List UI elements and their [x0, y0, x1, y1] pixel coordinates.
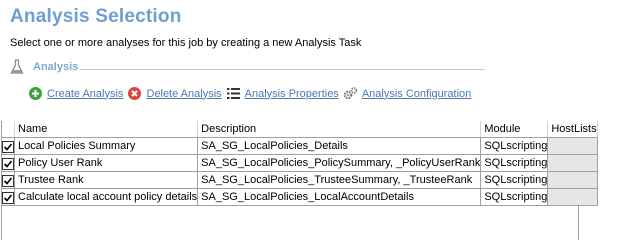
row-name: Trustee Rank: [14, 171, 199, 189]
row-checkbox[interactable]: [2, 191, 14, 204]
table-row[interactable]: Local Policies Summary SA_SG_LocalPolici…: [2, 137, 598, 155]
flask-icon: [10, 59, 24, 74]
row-checkbox[interactable]: [2, 157, 14, 170]
analysis-configuration-button[interactable]: Analysis Configuration: [343, 86, 471, 101]
column-header-select[interactable]: [2, 121, 15, 138]
row-module: SQLscripting: [480, 188, 549, 206]
row-hostlists: [547, 154, 598, 172]
row-checkbox-cell[interactable]: [2, 171, 15, 189]
row-description: SA_SG_LocalPolicies_LocalAccountDetails: [197, 188, 482, 206]
analysis-section-header: Analysis: [10, 59, 78, 75]
create-analysis-button[interactable]: Create Analysis: [28, 86, 123, 101]
delete-circle-icon: [128, 87, 142, 100]
row-description: SA_SG_LocalPolicies_PolicySummary, _Poli…: [197, 154, 482, 172]
column-header-name[interactable]: Name: [14, 121, 199, 138]
list-icon: [226, 88, 240, 99]
checkmark-icon: [3, 159, 13, 168]
add-circle-icon: [29, 87, 42, 100]
table-row[interactable]: Policy User Rank SA_SG_LocalPolicies_Pol…: [2, 154, 598, 172]
table-header-row: Name Description Module HostLists: [2, 121, 598, 138]
row-module: SQLscripting: [480, 171, 549, 189]
row-name: Local Policies Summary: [14, 137, 199, 155]
delete-analysis-label: Delete Analysis: [146, 87, 222, 100]
row-checkbox-cell[interactable]: [2, 188, 15, 206]
row-hostlists: [547, 188, 598, 206]
analysis-grid: Name Description Module HostLists Local …: [1, 121, 598, 240]
row-checkbox-cell[interactable]: [2, 154, 15, 172]
row-hostlists: [547, 171, 598, 189]
checkmark-icon: [3, 142, 13, 151]
row-name: Policy User Rank: [14, 154, 199, 172]
row-checkbox[interactable]: [2, 174, 14, 187]
row-module: SQLscripting: [480, 154, 549, 172]
analysis-table: Name Description Module HostLists Local …: [2, 121, 598, 206]
row-module: SQLscripting: [480, 137, 549, 155]
page-subtitle: Select one or more analyses for this job…: [10, 37, 362, 49]
page-title: Analysis Selection: [10, 6, 182, 27]
create-analysis-label: Create Analysis: [47, 87, 124, 100]
column-header-description[interactable]: Description: [197, 121, 482, 138]
row-description: SA_SG_LocalPolicies_Details: [197, 137, 482, 155]
table-row[interactable]: Trustee Rank SA_SG_LocalPolicies_Trustee…: [2, 171, 598, 189]
column-header-module[interactable]: Module: [480, 121, 549, 138]
analysis-properties-label: Analysis Properties: [244, 87, 339, 100]
section-divider: [80, 69, 485, 70]
analysis-properties-button[interactable]: Analysis Properties: [226, 86, 339, 101]
row-name: Calculate local account policy details: [14, 188, 199, 206]
checkmark-icon: [3, 193, 13, 202]
gears-icon: [343, 87, 358, 100]
table-row[interactable]: Calculate local account policy details S…: [2, 188, 598, 206]
section-label: Analysis: [33, 61, 79, 73]
row-description: SA_SG_LocalPolicies_TrusteeSummary, _Tru…: [197, 171, 482, 189]
delete-analysis-button[interactable]: Delete Analysis: [127, 86, 222, 101]
analysis-toolbar: Create Analysis Delete Analysis Analysis…: [28, 86, 475, 101]
row-checkbox[interactable]: [2, 140, 14, 153]
row-hostlists: [547, 137, 598, 155]
row-checkbox-cell[interactable]: [2, 137, 15, 155]
column-header-hostlists[interactable]: HostLists: [547, 121, 598, 138]
checkmark-icon: [3, 176, 13, 185]
analysis-configuration-label: Analysis Configuration: [361, 87, 472, 100]
